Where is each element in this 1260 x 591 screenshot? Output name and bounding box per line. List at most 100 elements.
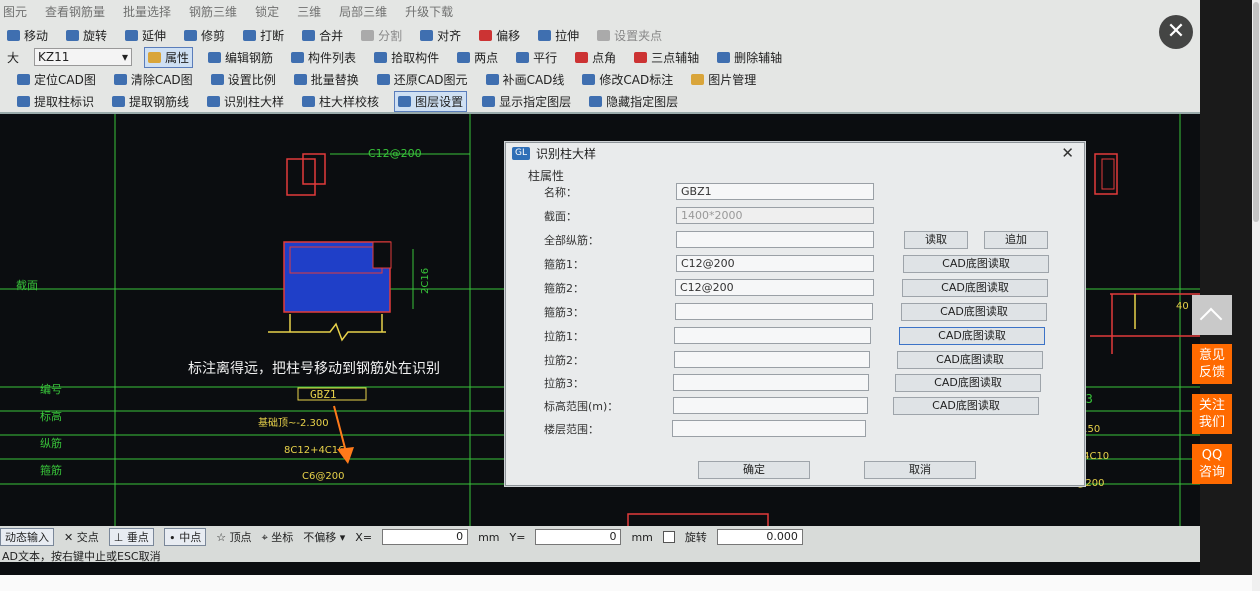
tb-elements[interactable]: 图元 [0,2,30,21]
offset-dropdown[interactable]: 不偏移 ▾ [303,529,345,545]
snap-perpendicular[interactable]: ⊥ 垂点 [108,528,154,546]
rotate-input[interactable]: 0.000 [716,529,803,545]
snap-intersection[interactable]: ✕ 交点 [64,529,99,545]
hoop2-cad-read-button[interactable]: CAD底图读取 [902,279,1048,297]
tb-hide-layer[interactable]: 隐藏指定图层 [586,92,681,111]
floor-range-field[interactable] [672,420,866,437]
append-button[interactable]: 追加 [984,231,1048,249]
tb-3d[interactable]: 三维 [294,2,324,21]
tb-image-manage[interactable]: 图片管理 [688,70,759,89]
tb-merge[interactable]: 合并 [299,26,346,45]
tb-identify-column-detail[interactable]: 识别柱大样 [204,92,287,111]
ok-button[interactable]: 确定 [698,461,810,479]
x-label: X= [355,530,373,544]
tb-clear-cad[interactable]: 清除CAD图 [111,70,196,89]
label-tie1: 拉筋1： [544,330,584,343]
layer-icon [398,95,412,107]
tb-extract-rebar-line[interactable]: 提取钢筋线 [109,92,192,111]
tb-parallel[interactable]: 平行 [513,48,560,67]
snap-midpoint[interactable]: ∙ 中点 [163,528,207,546]
close-viewer-button[interactable]: ✕ [1159,15,1193,49]
y-input[interactable]: 0 [535,529,622,545]
hoop1-field[interactable]: C12@200 [676,255,874,272]
tb-extract-column-tag[interactable]: 提取柱标识 [14,92,97,111]
tb-pick-component[interactable]: 拾取构件 [371,48,442,67]
tb-break[interactable]: 打断 [240,26,287,45]
tb-show-layer[interactable]: 显示指定图层 [479,92,574,111]
tb-edit-cad-dim[interactable]: 修改CAD标注 [579,70,676,89]
tie3-cad-read-button[interactable]: CAD底图读取 [895,374,1041,392]
chevron-down-icon: ▾ [121,50,129,64]
align-icon [420,29,434,41]
tb-three-point-axis[interactable]: 三点辅轴 [631,48,702,67]
tb-lock[interactable]: 锁定 [252,2,282,21]
scrollbar-thumb[interactable] [1253,2,1259,222]
dialog-titlebar[interactable]: GL 识别柱大样 [506,143,1084,163]
tb-check-column-detail[interactable]: 柱大样校核 [299,92,382,111]
dynamic-input-toggle[interactable]: 动态输入 [0,528,54,546]
tb-size-dropdown[interactable]: 大 [4,48,22,67]
qq-consult-button[interactable]: QQ 咨询 [1192,444,1232,484]
tie3-field[interactable] [673,374,869,391]
tb-local-3d[interactable]: 局部三维 [336,2,390,21]
snap-vertex[interactable]: ☆ 顶点 [216,529,251,545]
tie2-field[interactable] [674,351,870,368]
tb-set-scale[interactable]: 设置比例 [208,70,279,89]
section-field[interactable]: 1400*2000 [676,207,874,224]
read-button[interactable]: 读取 [904,231,968,249]
hoop1-cad-read-button[interactable]: CAD底图读取 [903,255,1049,273]
hoop3-cad-read-button[interactable]: CAD底图读取 [901,303,1047,321]
follow-us-button[interactable]: 关注 我们 [1192,394,1232,434]
tb-stretch[interactable]: 拉伸 [535,26,582,45]
tb-edit-rebar[interactable]: 编辑钢筋 [205,48,276,67]
back-to-top-button[interactable] [1192,295,1232,335]
tb-rebar-3d[interactable]: 钢筋三维 [186,2,240,21]
component-dropdown[interactable]: KZ11 ▾ [34,48,133,66]
hoop3-field[interactable] [675,303,873,320]
tb-move[interactable]: 移动 [4,26,51,45]
page-scrollbar[interactable] [1252,0,1260,591]
tb-upgrade[interactable]: 升级下载 [402,2,456,21]
tb-set-grip[interactable]: 设置夹点 [594,26,665,45]
tie2-cad-read-button[interactable]: CAD底图读取 [897,351,1043,369]
image-icon [691,73,705,85]
tb-layer-settings[interactable]: 图层设置 [394,90,468,112]
elevation-range-field[interactable] [673,397,868,414]
tb-component-list[interactable]: 构件列表 [288,48,359,67]
tb-extend[interactable]: 延伸 [122,26,169,45]
tb-properties[interactable]: 属性 [144,46,194,68]
x-input[interactable]: 0 [382,529,469,545]
name-field[interactable]: GBZ1 [676,183,874,200]
feedback-button[interactable]: 意见 反馈 [1192,344,1232,384]
elevation-cad-read-button[interactable]: CAD底图读取 [893,397,1039,415]
table-row-label: 纵筋 [40,436,62,450]
tie1-cad-read-button[interactable]: CAD底图读取 [899,327,1045,345]
all-long-field[interactable] [676,231,874,248]
tb-view-rebar[interactable]: 查看钢筋量 [42,2,108,21]
chevron-down-icon: ▾ [336,531,346,544]
tb-batch-replace[interactable]: 批量替换 [291,70,362,89]
tie1-field[interactable] [674,327,871,344]
rotate-checkbox[interactable] [662,531,675,543]
tb-batch-select[interactable]: 批量选择 [120,2,174,21]
label-floor-range: 楼层范围： [544,423,599,436]
tb-trim[interactable]: 修剪 [181,26,228,45]
tb-point-angle[interactable]: 点角 [572,48,619,67]
tb-offset[interactable]: 偏移 [476,26,523,45]
midpoint-icon: ∙ [168,531,180,544]
tb-delete-axis[interactable]: 删除辅轴 [714,48,785,67]
tb-align[interactable]: 对齐 [417,26,464,45]
close-icon[interactable]: ✕ [1061,144,1074,162]
cancel-button[interactable]: 取消 [864,461,976,479]
tb-two-points[interactable]: 两点 [454,48,501,67]
tb-locate-cad[interactable]: 定位CAD图 [14,70,99,89]
toolbar-row-1: 移动 旋转 延伸 修剪 打断 合并 分割 对齐 偏移 拉伸 设置夹点 [4,24,677,46]
tb-rotate[interactable]: 旋转 [63,26,110,45]
tb-draw-cad-line[interactable]: 补画CAD线 [483,70,568,89]
snap-coordinate[interactable]: ⌖ 坐标 [262,529,294,545]
label-elevation-range: 标高范围(m)： [544,400,619,413]
y-label: Y= [509,530,526,544]
tb-split[interactable]: 分割 [358,26,405,45]
hoop2-field[interactable]: C12@200 [675,279,874,296]
tb-restore-cad[interactable]: 还原CAD图元 [374,70,471,89]
